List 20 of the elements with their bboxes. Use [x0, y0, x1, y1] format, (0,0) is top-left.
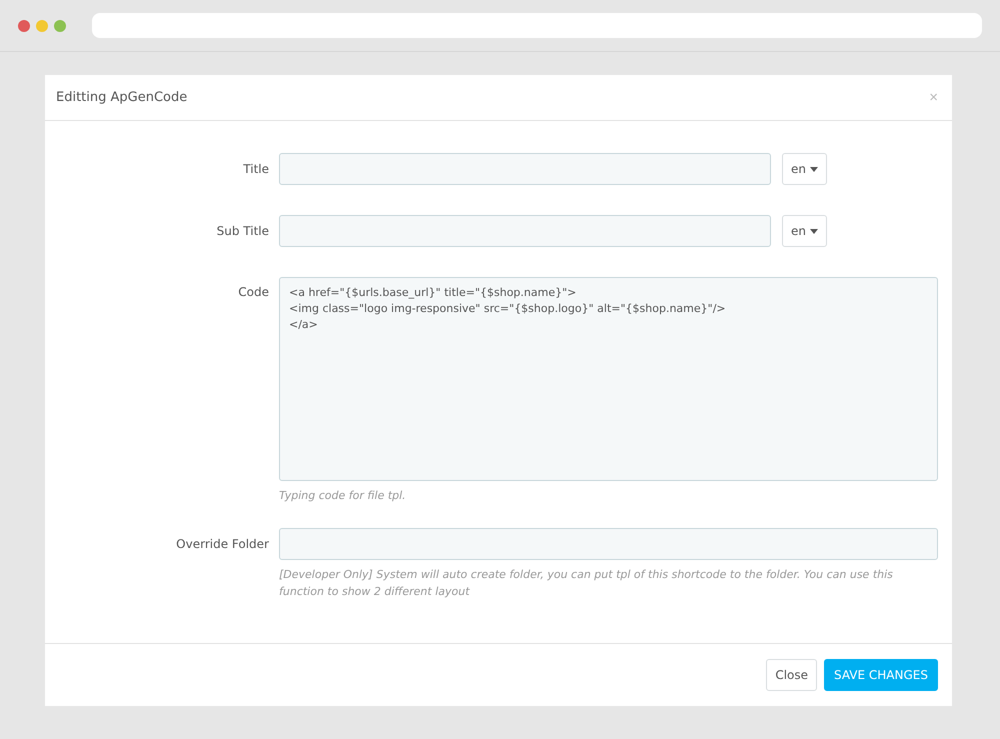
address-bar[interactable] [92, 13, 982, 38]
language-dropdown[interactable]: en [782, 215, 827, 247]
help-text: Typing code for file tpl. [279, 488, 407, 504]
language-dropdown[interactable]: en [782, 153, 827, 185]
caret-icon [810, 228, 818, 234]
modal-title: Editting ApGenCode [56, 90, 188, 105]
field-label: Code [237, 284, 269, 301]
caret-icon [810, 166, 818, 172]
code-textarea[interactable]: <a href="{$urls.base_url}" title="{$shop.name}"> <img class="logo img-responsive" src="{$shop.logo}" alt="{$shop.name}"/> </a> [279, 277, 938, 481]
text-input[interactable] [279, 528, 938, 560]
field-label: Sub Title [216, 223, 269, 240]
close-dot-icon[interactable] [18, 20, 30, 32]
text-input[interactable] [279, 215, 771, 247]
field-label: Title [242, 161, 269, 178]
help-text: [Developer Only] System will auto create folder, you can put tpl of this shortcode to the folder. You can use this function to show 2 different layout [279, 567, 894, 600]
close-button[interactable]: Close [766, 659, 818, 691]
text-input[interactable] [279, 153, 771, 185]
field-label: Override Folder [175, 536, 269, 553]
maximize-dot-icon[interactable] [54, 20, 66, 32]
minimize-dot-icon[interactable] [36, 20, 48, 32]
